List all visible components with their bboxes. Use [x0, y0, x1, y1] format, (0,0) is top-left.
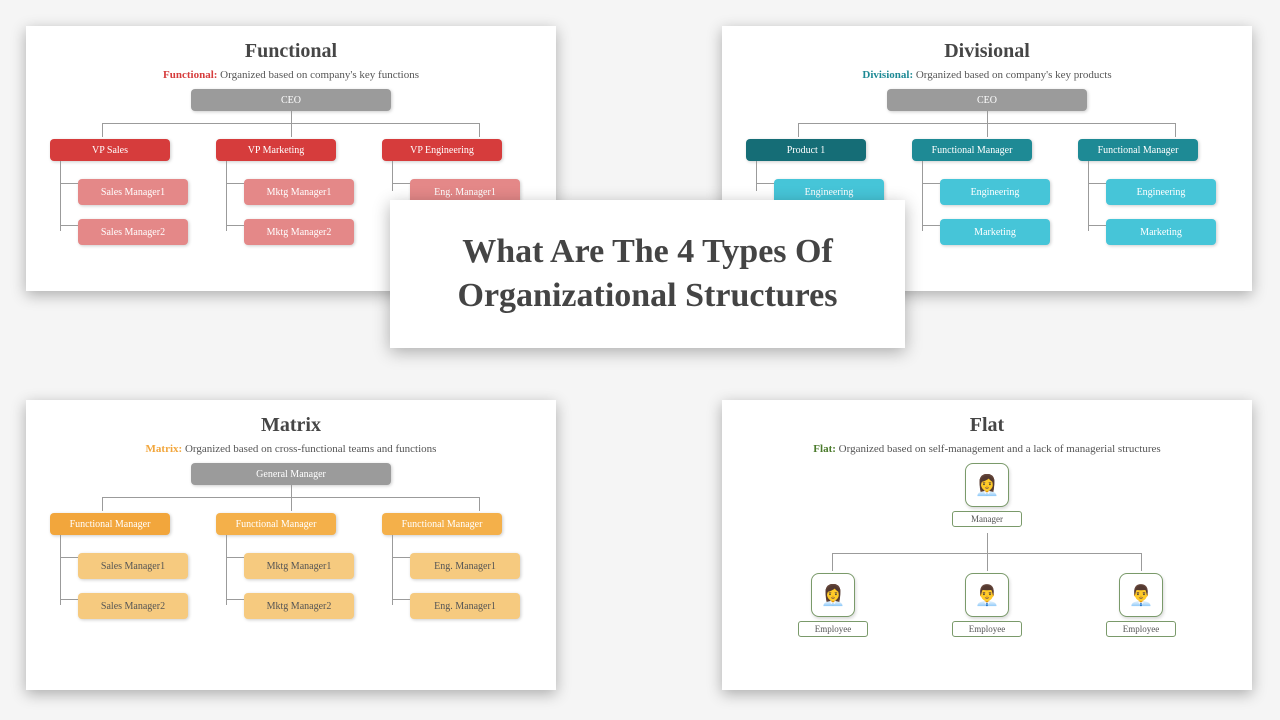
flat-org: 👩‍💼 Manager 👩‍💼 Employee 👨‍💼 Employee 👨‍… [740, 463, 1234, 663]
flat-card: Flat Flat: Organized based on self-manag… [722, 400, 1252, 690]
functional-leaf-0-0: Sales Manager1 [78, 179, 188, 205]
divisional-leaf-2-1: Marketing [1106, 219, 1216, 245]
matrix-leaf-1-0: Mktg Manager1 [244, 553, 354, 579]
divisional-sub-label: Divisional: [862, 69, 913, 81]
person-icon: 👩‍💼 [965, 463, 1009, 507]
matrix-vp-0: Functional Manager [50, 513, 170, 535]
matrix-root-box: General Manager [191, 463, 391, 485]
matrix-leaf-0-1: Sales Manager2 [78, 593, 188, 619]
functional-leaf-1-0: Mktg Manager1 [244, 179, 354, 205]
functional-sub-label: Functional: [163, 69, 217, 81]
flat-sub-text: Organized based on self-management and a… [839, 443, 1161, 455]
matrix-leaf-2-1: Eng. Manager1 [410, 593, 520, 619]
matrix-sub-text: Organized based on cross-functional team… [185, 443, 437, 455]
functional-vp-0: VP Sales [50, 139, 170, 161]
flat-manager: 👩‍💼 Manager [952, 463, 1022, 527]
flat-employee-label: Employee [1106, 621, 1176, 637]
functional-sub-text: Organized based on company's key functio… [220, 69, 419, 81]
divisional-vp-0: Product 1 [746, 139, 866, 161]
person-icon: 👨‍💼 [965, 573, 1009, 617]
divisional-leaf-1-0: Engineering [940, 179, 1050, 205]
functional-root-box: CEO [191, 89, 391, 111]
matrix-card: Matrix Matrix: Organized based on cross-… [26, 400, 556, 690]
matrix-org: General Manager Functional Manager Sales… [44, 463, 538, 633]
divisional-root-box: CEO [887, 89, 1087, 111]
flat-manager-label: Manager [952, 511, 1022, 527]
divisional-title: Divisional [740, 40, 1234, 63]
matrix-vp-1: Functional Manager [216, 513, 336, 535]
functional-leaf-1-1: Mktg Manager2 [244, 219, 354, 245]
matrix-leaf-2-0: Eng. Manager1 [410, 553, 520, 579]
center-title: What Are The 4 Types Of Organizational S… [390, 200, 905, 348]
flat-employee-label: Employee [798, 621, 868, 637]
matrix-vp-2: Functional Manager [382, 513, 502, 535]
divisional-vp-2: Functional Manager [1078, 139, 1198, 161]
flat-title: Flat [740, 414, 1234, 437]
functional-leaf-0-1: Sales Manager2 [78, 219, 188, 245]
divisional-leaf-2-0: Engineering [1106, 179, 1216, 205]
matrix-title: Matrix [44, 414, 538, 437]
matrix-sub-label: Matrix: [146, 443, 183, 455]
person-icon: 👩‍💼 [811, 573, 855, 617]
functional-vp-2: VP Engineering [382, 139, 502, 161]
divisional-leaf-1-1: Marketing [940, 219, 1050, 245]
divisional-sub-text: Organized based on company's key product… [916, 69, 1112, 81]
functional-title: Functional [44, 40, 538, 63]
functional-subtitle: Functional: Organized based on company's… [44, 69, 538, 81]
flat-subtitle: Flat: Organized based on self-management… [740, 443, 1234, 455]
matrix-subtitle: Matrix: Organized based on cross-functio… [44, 443, 538, 455]
divisional-vp-1: Functional Manager [912, 139, 1032, 161]
divisional-subtitle: Divisional: Organized based on company's… [740, 69, 1234, 81]
person-icon: 👨‍💼 [1119, 573, 1163, 617]
flat-employee-label: Employee [952, 621, 1022, 637]
matrix-leaf-1-1: Mktg Manager2 [244, 593, 354, 619]
flat-sub-label: Flat: [813, 443, 836, 455]
matrix-leaf-0-0: Sales Manager1 [78, 553, 188, 579]
flat-employee-0: 👩‍💼 Employee [798, 573, 868, 637]
flat-employee-2: 👨‍💼 Employee [1106, 573, 1176, 637]
flat-employee-1: 👨‍💼 Employee [952, 573, 1022, 637]
functional-vp-1: VP Marketing [216, 139, 336, 161]
